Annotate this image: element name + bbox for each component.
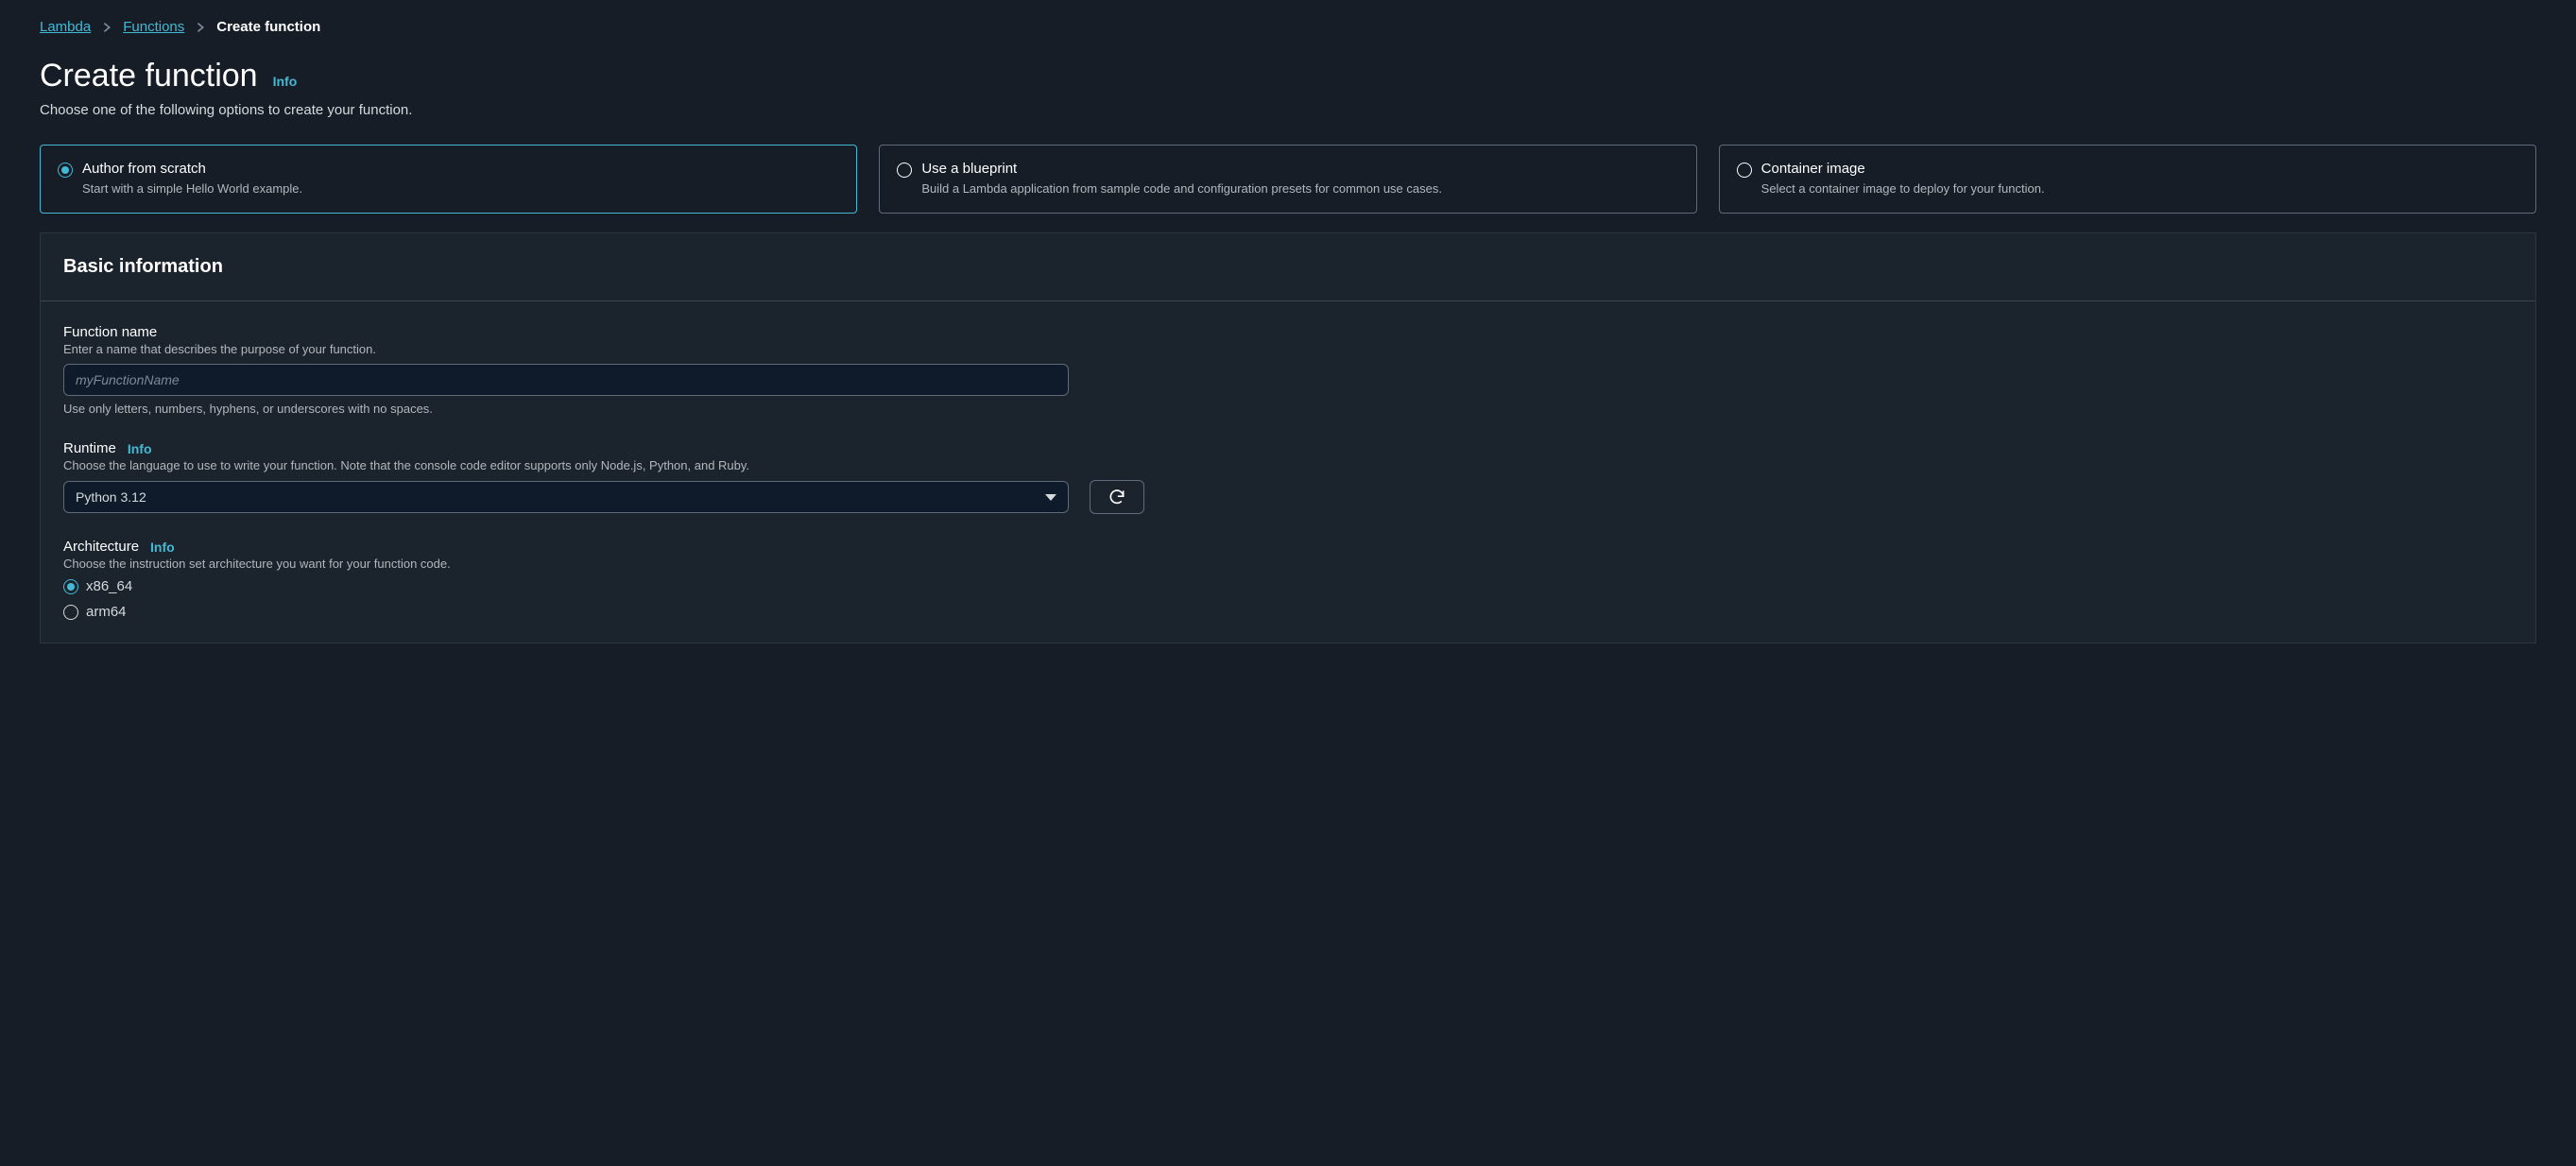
chevron-right-icon bbox=[100, 21, 113, 34]
runtime-value: Python 3.12 bbox=[76, 489, 146, 505]
panel-header: Basic information bbox=[41, 233, 2535, 301]
option-desc: Select a container image to deploy for y… bbox=[1761, 180, 2045, 197]
basic-information-panel: Basic information Function name Enter a … bbox=[40, 232, 2536, 643]
radio-icon bbox=[1737, 163, 1752, 178]
architecture-label: Architecture bbox=[63, 539, 139, 555]
option-container-image[interactable]: Container image Select a container image… bbox=[1719, 145, 2536, 214]
page-subtitle: Choose one of the following options to c… bbox=[40, 102, 2536, 118]
runtime-desc: Choose the language to use to write your… bbox=[63, 458, 2513, 472]
option-title: Author from scratch bbox=[82, 161, 302, 177]
radio-icon bbox=[63, 605, 78, 620]
option-cards: Author from scratch Start with a simple … bbox=[40, 145, 2536, 214]
architecture-desc: Choose the instruction set architecture … bbox=[63, 557, 2513, 571]
option-title: Container image bbox=[1761, 161, 2045, 177]
chevron-right-icon bbox=[194, 21, 207, 34]
radio-label: x86_64 bbox=[86, 578, 132, 594]
option-author-from-scratch[interactable]: Author from scratch Start with a simple … bbox=[40, 145, 857, 214]
option-title: Use a blueprint bbox=[921, 161, 1442, 177]
panel-body: Function name Enter a name that describe… bbox=[41, 301, 2535, 643]
breadcrumb: Lambda Functions Create function bbox=[40, 19, 2536, 35]
field-function-name: Function name Enter a name that describe… bbox=[63, 324, 2513, 416]
dropdown-icon bbox=[1045, 494, 1056, 501]
radio-icon bbox=[63, 579, 78, 594]
page-title: Create function bbox=[40, 58, 258, 94]
panel-title: Basic information bbox=[63, 256, 2513, 278]
refresh-button[interactable] bbox=[1090, 480, 1144, 514]
radio-icon bbox=[897, 163, 912, 178]
field-runtime: Runtime Info Choose the language to use … bbox=[63, 440, 2513, 514]
option-use-blueprint[interactable]: Use a blueprint Build a Lambda applicati… bbox=[879, 145, 1696, 214]
architecture-radio-group: x86_64 arm64 bbox=[63, 578, 2513, 620]
field-architecture: Architecture Info Choose the instruction… bbox=[63, 539, 2513, 620]
function-name-input[interactable] bbox=[63, 364, 1069, 396]
refresh-icon bbox=[1108, 488, 1126, 506]
function-name-desc: Enter a name that describes the purpose … bbox=[63, 342, 2513, 356]
architecture-option-x86-64[interactable]: x86_64 bbox=[63, 578, 2513, 594]
page-header: Create function Info bbox=[40, 58, 2536, 94]
function-name-label: Function name bbox=[63, 324, 157, 340]
architecture-option-arm64[interactable]: arm64 bbox=[63, 604, 2513, 620]
architecture-info-link[interactable]: Info bbox=[150, 540, 175, 555]
page-info-link[interactable]: Info bbox=[273, 74, 298, 89]
runtime-select[interactable]: Python 3.12 bbox=[63, 481, 1069, 513]
runtime-info-link[interactable]: Info bbox=[128, 441, 152, 456]
runtime-label: Runtime bbox=[63, 440, 116, 456]
option-desc: Start with a simple Hello World example. bbox=[82, 180, 302, 197]
breadcrumb-current: Create function bbox=[216, 19, 320, 35]
breadcrumb-link-functions[interactable]: Functions bbox=[123, 19, 184, 35]
radio-label: arm64 bbox=[86, 604, 127, 620]
radio-icon bbox=[58, 163, 73, 178]
option-desc: Build a Lambda application from sample c… bbox=[921, 180, 1442, 197]
breadcrumb-link-lambda[interactable]: Lambda bbox=[40, 19, 91, 35]
function-name-hint: Use only letters, numbers, hyphens, or u… bbox=[63, 402, 2513, 416]
